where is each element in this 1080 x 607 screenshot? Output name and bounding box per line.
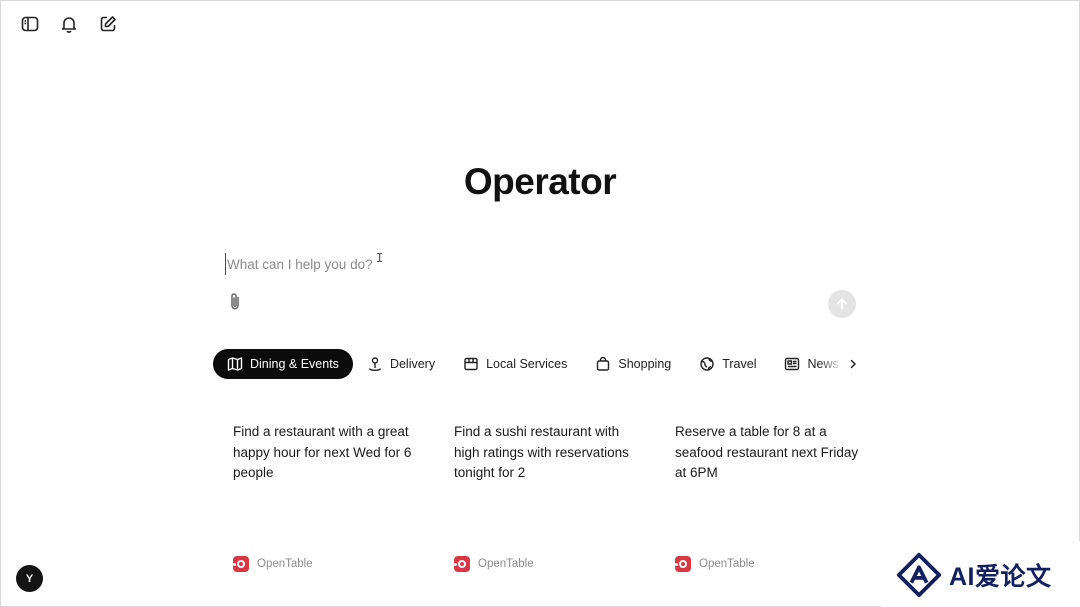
suggestion-source: OpenTable xyxy=(675,556,755,572)
prompt-box: I xyxy=(225,251,859,323)
new-chat-icon[interactable] xyxy=(97,13,119,35)
source-label: OpenTable xyxy=(257,558,313,570)
source-label: OpenTable xyxy=(699,558,755,570)
tab-local-services[interactable]: Local Services xyxy=(449,349,581,379)
watermark: AI爱论文 xyxy=(881,541,1080,607)
tab-label: Local Services xyxy=(486,357,568,371)
newspaper-icon xyxy=(785,357,800,371)
tab-label: Travel xyxy=(722,357,757,371)
suggestion-text: Find a sushi restaurant with high rating… xyxy=(454,424,629,480)
location-pin-icon xyxy=(368,357,382,372)
bell-icon[interactable] xyxy=(58,13,80,35)
user-avatar[interactable]: Y xyxy=(16,565,43,592)
source-label: OpenTable xyxy=(478,558,534,570)
attach-icon[interactable] xyxy=(225,291,245,313)
tab-label: Shopping xyxy=(618,357,672,371)
arrow-up-icon xyxy=(837,298,847,310)
shopping-bag-icon xyxy=(597,356,610,371)
storefront-icon xyxy=(464,357,478,371)
category-tabs: Dining & Events Delivery Local Services … xyxy=(213,349,859,379)
suggestion-source: OpenTable xyxy=(233,556,313,572)
tab-label: Delivery xyxy=(389,357,436,371)
sidebar-toggle-icon[interactable] xyxy=(19,13,41,35)
suggestion-text: Find a restaurant with a great happy hou… xyxy=(233,424,412,480)
map-icon xyxy=(227,357,243,371)
suggestion-cards: Find a restaurant with a great happy hou… xyxy=(233,422,864,572)
opentable-logo-icon xyxy=(675,556,691,572)
suggestion-card[interactable]: Reserve a table for 8 at a seafood resta… xyxy=(675,422,864,572)
page-title: Operator xyxy=(463,161,617,202)
watermark-text: AI爱论文 xyxy=(949,562,1052,591)
tab-label: Dining & Events xyxy=(250,357,339,371)
chevron-right-icon xyxy=(850,359,856,369)
tab-travel[interactable]: Travel xyxy=(685,349,770,379)
send-button[interactable] xyxy=(828,290,856,318)
suggestion-card[interactable]: Find a restaurant with a great happy hou… xyxy=(233,422,422,572)
text-cursor-icon: I xyxy=(376,251,384,265)
suggestion-text: Reserve a table for 8 at a seafood resta… xyxy=(675,424,859,480)
watermark-logo-icon xyxy=(896,552,942,597)
globe-icon xyxy=(700,357,714,371)
suggestion-card[interactable]: Find a sushi restaurant with high rating… xyxy=(454,422,643,572)
suggestion-source: OpenTable xyxy=(454,556,534,572)
opentable-logo-icon xyxy=(233,556,249,572)
tabs-scroll-right-button[interactable] xyxy=(819,349,859,379)
tab-shopping[interactable]: Shopping xyxy=(581,349,685,379)
opentable-logo-icon xyxy=(454,556,470,572)
prompt-input[interactable] xyxy=(225,253,785,275)
tab-dining-events[interactable]: Dining & Events xyxy=(213,349,353,379)
tab-delivery[interactable]: Delivery xyxy=(353,349,449,379)
top-toolbar xyxy=(19,13,119,35)
